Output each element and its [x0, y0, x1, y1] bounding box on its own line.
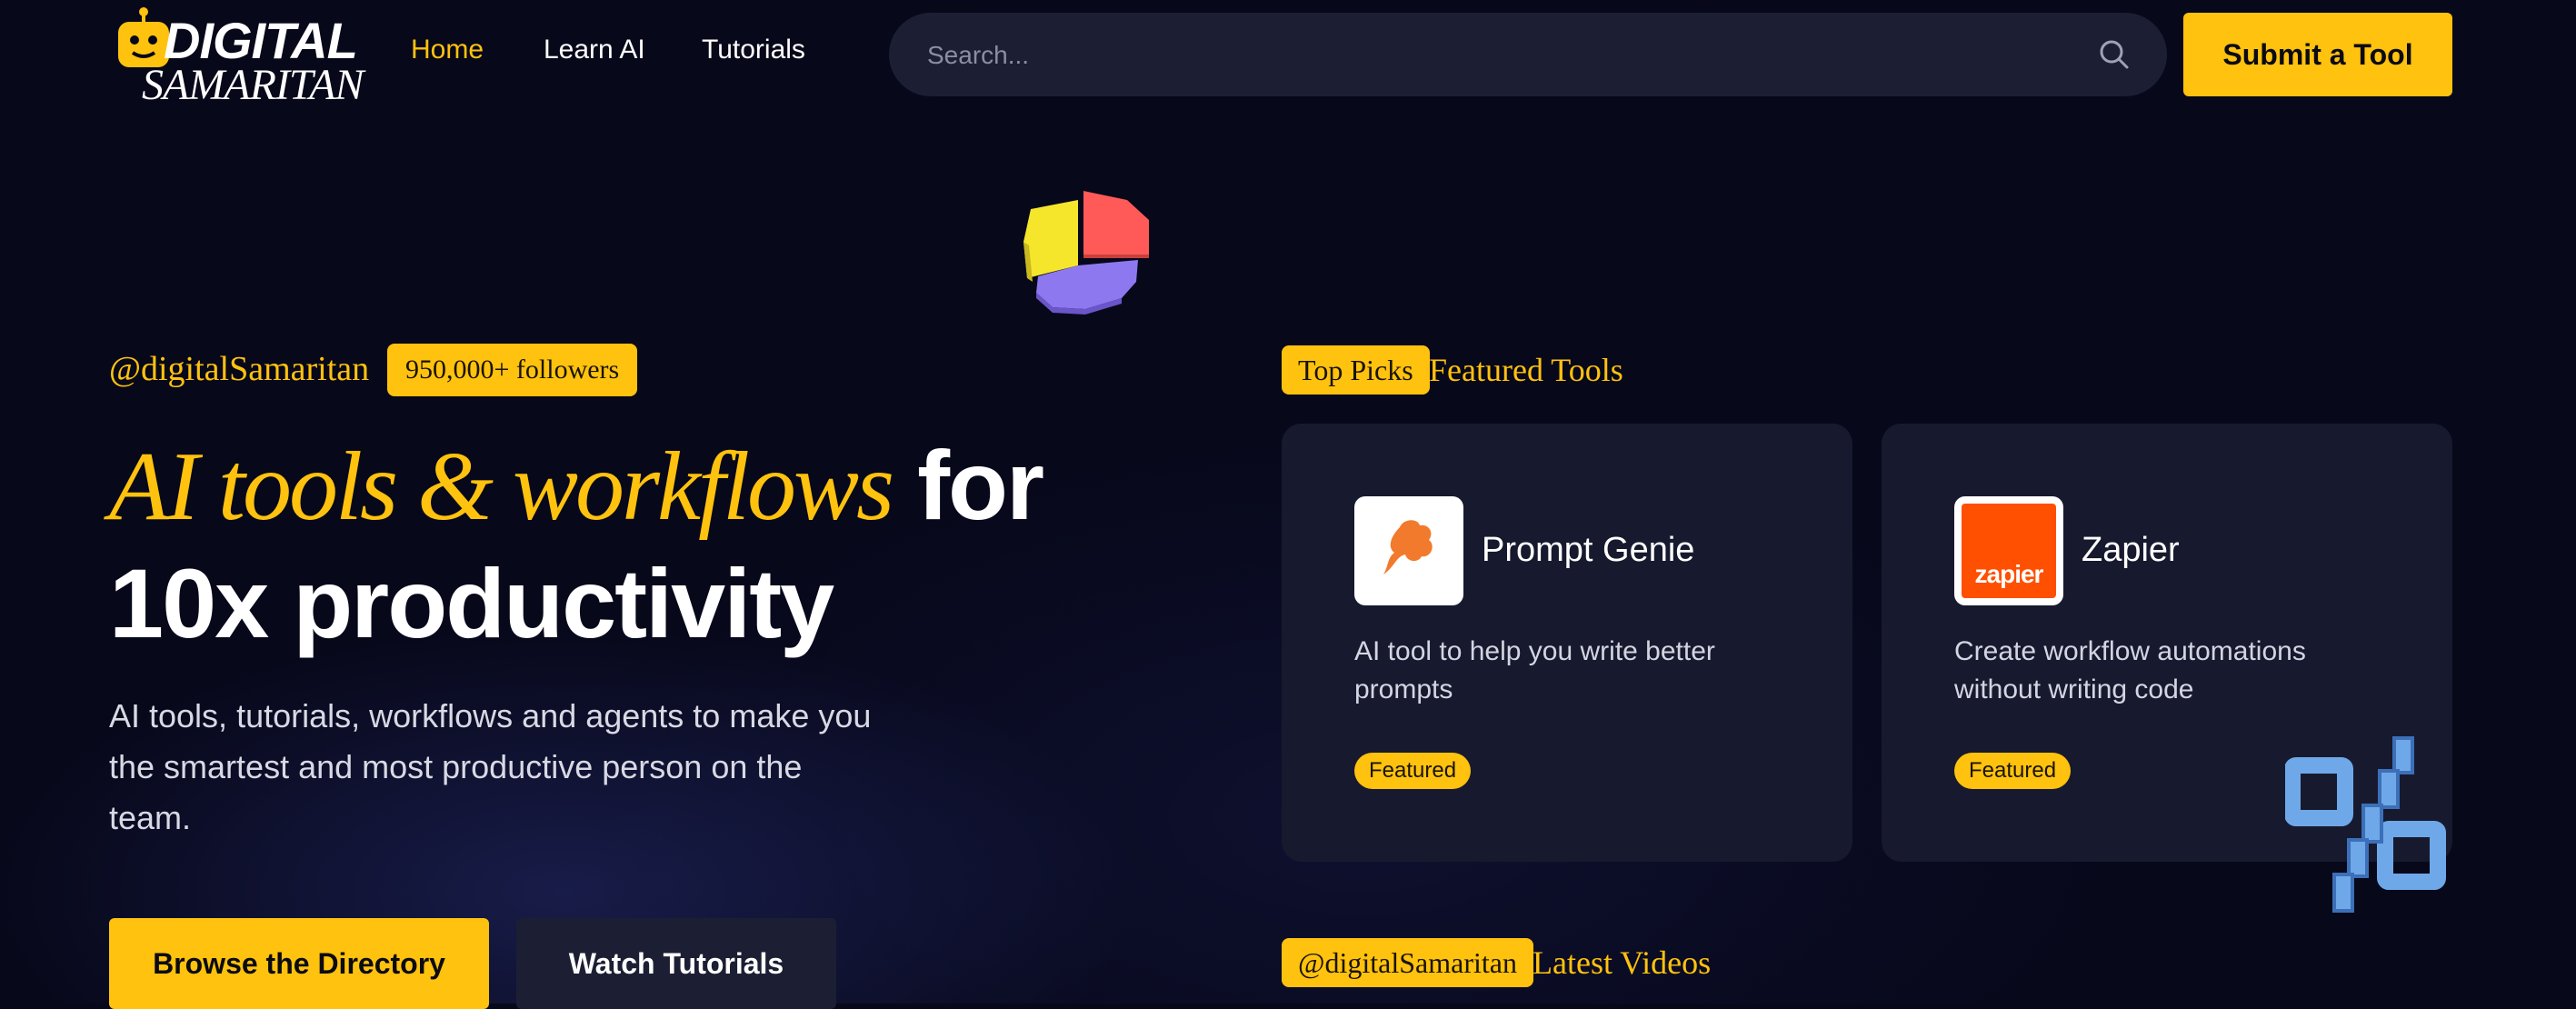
headline-accent: AI tools & workflows	[109, 433, 894, 541]
genie-lamp-icon	[1383, 520, 1433, 574]
browse-directory-button[interactable]: Browse the Directory	[109, 918, 489, 1009]
tool-card-prompt-genie[interactable]: Prompt Genie AI tool to help you write b…	[1282, 424, 1852, 862]
top-picks-pill: Top Picks	[1282, 345, 1430, 395]
featured-tools-label: Featured Tools	[1429, 352, 1623, 388]
nav-learn-ai[interactable]: Learn AI	[544, 35, 645, 65]
watch-tutorials-button[interactable]: Watch Tutorials	[516, 918, 836, 1009]
zapier-logo: zapier	[1954, 496, 2063, 605]
tool-name: Prompt Genie	[1482, 531, 1695, 569]
pixel-percent-illustration	[2285, 736, 2446, 913]
pixel-pie-chart-illustration	[1023, 191, 1149, 315]
site-logo[interactable]: DIGITAL SAMARITAN	[111, 5, 364, 109]
tool-description: AI tool to help you write better prompts	[1354, 636, 1715, 704]
channel-handle[interactable]: @digitalSamaritan	[109, 349, 369, 389]
nav-home[interactable]: Home	[411, 35, 484, 65]
latest-videos-label: Latest Videos	[1533, 944, 1712, 981]
prompt-genie-logo	[1354, 496, 1463, 605]
hero-subtext: AI tools, tutorials, workflows and agent…	[109, 697, 872, 836]
zapier-logo-text: zapier	[1974, 560, 2044, 588]
headline-productivity: 10x productivity	[109, 548, 834, 658]
hero-headline: AI tools & workflows for 10x productivit…	[109, 427, 1109, 662]
logo-text-samaritan: SAMARITAN	[142, 61, 364, 109]
nav-tutorials[interactable]: Tutorials	[702, 35, 805, 65]
search-input[interactable]	[925, 13, 2020, 98]
search-bar	[889, 13, 2167, 98]
videos-handle-pill: @digitalSamaritan	[1282, 938, 1533, 987]
tool-name: Zapier	[2082, 531, 2180, 569]
headline-for: for	[892, 430, 1044, 540]
featured-badge: Featured	[1354, 753, 1472, 789]
search-icon[interactable]	[2098, 38, 2131, 71]
submit-tool-button[interactable]: Submit a Tool	[2183, 13, 2452, 96]
followers-badge: 950,000+ followers	[387, 344, 638, 396]
tool-description: Create workflow automations without writ…	[1954, 636, 2306, 704]
featured-badge: Featured	[1954, 753, 2072, 789]
